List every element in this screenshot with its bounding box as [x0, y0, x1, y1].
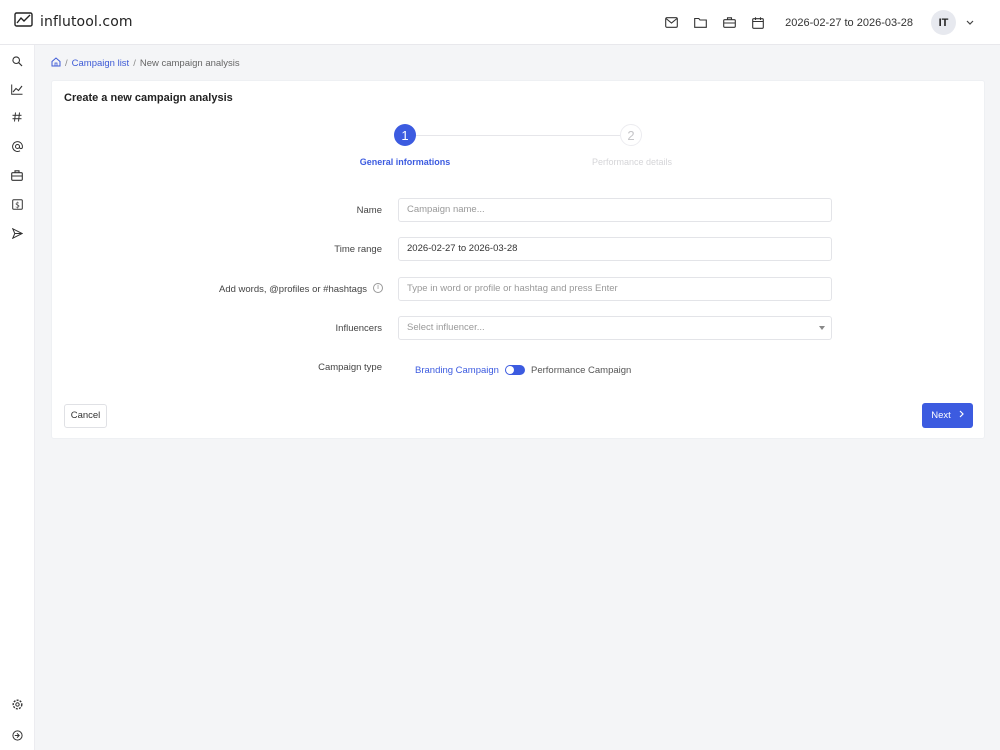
breadcrumb-separator: / — [133, 57, 136, 69]
time-range-label: Time range — [334, 244, 382, 255]
campaign-type-toggle[interactable] — [504, 365, 525, 375]
chevron-right-icon — [959, 410, 964, 421]
folder-icon[interactable] — [686, 9, 714, 37]
next-button-label: Next — [931, 410, 951, 421]
breadcrumb: / Campaign list / New campaign analysis — [51, 56, 240, 70]
step-2-circle[interactable]: 2 — [620, 124, 642, 146]
chart-logo-icon — [14, 12, 33, 31]
settings-icon[interactable] — [8, 695, 26, 713]
breadcrumb-separator: / — [65, 57, 68, 69]
influencers-label: Influencers — [335, 323, 382, 334]
home-icon[interactable] — [51, 56, 61, 70]
briefcase-icon[interactable] — [715, 9, 743, 37]
send-icon[interactable] — [8, 224, 26, 242]
next-button[interactable]: Next — [922, 403, 973, 428]
at-icon[interactable] — [8, 137, 26, 155]
breadcrumb-current: New campaign analysis — [139, 57, 240, 69]
stepper-line — [415, 135, 628, 136]
time-range-input[interactable]: 2026-02-27 to 2026-03-28 — [398, 237, 832, 261]
chevron-down-icon[interactable] — [962, 20, 978, 25]
info-icon[interactable]: i — [373, 283, 383, 293]
influencers-select-value: Select influencer... — [407, 322, 485, 333]
search-icon[interactable] — [8, 52, 26, 70]
campaign-type-label: Campaign type — [318, 362, 382, 373]
date-range-picker[interactable]: 2026-02-27 to 2026-03-28 — [777, 9, 921, 36]
name-label: Name — [356, 205, 382, 216]
logout-icon[interactable] — [8, 726, 26, 744]
mail-icon[interactable] — [657, 9, 685, 37]
sidebar: $ — [0, 45, 35, 750]
step-1-label: General informations — [359, 157, 451, 167]
svg-text:$: $ — [15, 200, 20, 209]
step-2-label: Performance details — [591, 157, 673, 167]
logo[interactable]: influtool.com — [14, 12, 133, 31]
cancel-button[interactable]: Cancel — [64, 404, 107, 428]
dollar-icon[interactable]: $ — [8, 195, 26, 213]
words-label: Add words, @profiles or #hashtags — [219, 284, 367, 295]
page-title: Create a new campaign analysis — [64, 92, 233, 104]
toggle-knob — [505, 366, 514, 374]
logo-text: influtool.com — [40, 13, 133, 30]
branding-campaign-option[interactable]: Branding Campaign — [415, 365, 499, 376]
chart-icon[interactable] — [8, 80, 26, 98]
calendar-icon[interactable] — [744, 9, 772, 37]
campaign-form-card: Create a new campaign analysis 1 2 Gener… — [51, 80, 985, 439]
caret-down-icon — [819, 326, 825, 330]
name-input[interactable]: Campaign name... — [398, 198, 832, 222]
hashtag-icon[interactable] — [8, 108, 26, 126]
briefcase-icon[interactable] — [8, 166, 26, 184]
performance-campaign-option[interactable]: Performance Campaign — [531, 365, 631, 376]
top-bar: influtool.com 2026-02-27 to 2026-03-28 I… — [0, 0, 1000, 45]
step-1-circle[interactable]: 1 — [394, 124, 416, 146]
influencers-select[interactable]: Select influencer... — [398, 316, 832, 340]
breadcrumb-campaign-list[interactable]: Campaign list — [72, 58, 130, 69]
avatar[interactable]: IT — [931, 10, 956, 35]
campaign-type-switch: Branding Campaign Performance Campaign — [415, 363, 631, 377]
words-input[interactable]: Type in word or profile or hashtag and p… — [398, 277, 832, 301]
